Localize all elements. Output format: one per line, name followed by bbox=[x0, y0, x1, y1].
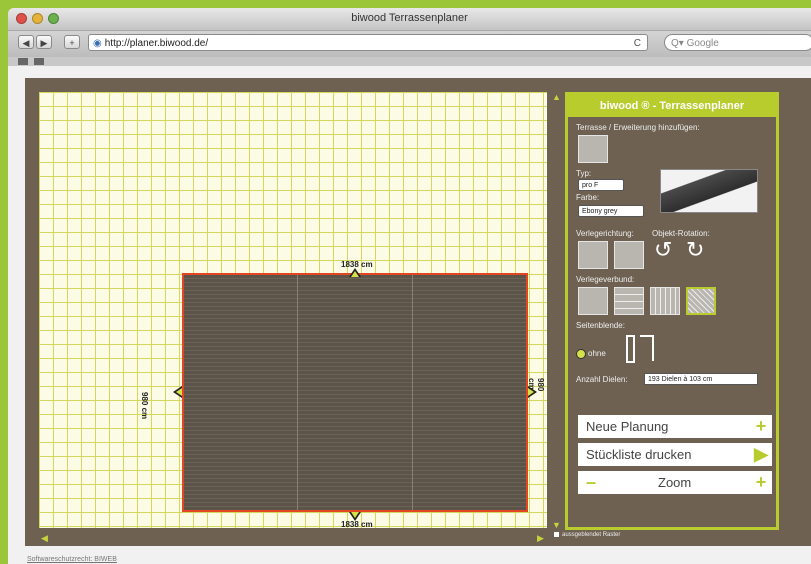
reload-icon[interactable]: C bbox=[634, 35, 641, 52]
forward-button[interactable]: ▶ bbox=[36, 35, 52, 49]
zoom-in-icon[interactable]: + bbox=[752, 473, 770, 491]
farbe-select[interactable]: Ebony grey bbox=[578, 205, 644, 217]
dimension-left: 980 cm bbox=[140, 392, 149, 420]
blende-corner-icon[interactable] bbox=[640, 335, 654, 361]
rotate-right-icon[interactable]: ↻ bbox=[686, 237, 704, 263]
checkbox-icon[interactable] bbox=[554, 532, 559, 537]
typ-label: Typ: bbox=[576, 169, 592, 178]
book-icon[interactable] bbox=[18, 58, 28, 65]
pattern-2-button[interactable] bbox=[614, 287, 644, 315]
browser-toolbar: ◀ ▶ + ◉ http://planer.biwood.de/ C Q▾ Goo… bbox=[8, 31, 811, 57]
resize-up-handle-fill bbox=[351, 271, 359, 277]
stueckliste-button[interactable]: Stückliste drucken ▶ bbox=[578, 443, 772, 466]
grid-icon[interactable] bbox=[34, 58, 44, 65]
anzahl-label: Anzahl Dielen: bbox=[576, 375, 628, 384]
zoom-control: – Zoom + bbox=[578, 471, 772, 494]
neue-planung-button[interactable]: Neue Planung + bbox=[578, 415, 772, 438]
neue-planung-label: Neue Planung bbox=[586, 419, 669, 434]
play-icon: ▶ bbox=[754, 444, 768, 464]
ohne-label: ohne bbox=[588, 349, 606, 358]
grid-toggle[interactable]: aussgeblendet Raster bbox=[554, 532, 620, 538]
zoom-out-icon[interactable]: – bbox=[582, 473, 600, 491]
back-button[interactable]: ◀ bbox=[18, 35, 34, 49]
stueckliste-label: Stückliste drucken bbox=[586, 447, 692, 462]
title-bar: biwood Terrassenplaner bbox=[8, 8, 811, 31]
rotate-left-icon[interactable]: ↺ bbox=[654, 237, 672, 263]
add-terrace-button[interactable] bbox=[578, 135, 608, 163]
board-seam bbox=[297, 275, 298, 510]
grid-toggle-label: aussgeblendet Raster bbox=[562, 532, 621, 539]
scroll-up-icon[interactable]: ▲ bbox=[552, 92, 561, 102]
url-text: http://planer.biwood.de/ bbox=[104, 38, 209, 49]
zoom-label: Zoom bbox=[658, 475, 692, 490]
terrace-area[interactable] bbox=[182, 273, 528, 512]
board-preview-image bbox=[660, 169, 758, 213]
browser-window: biwood Terrassenplaner ◀ ▶ + ◉ http://pla… bbox=[8, 8, 811, 564]
dimension-bottom: 1838 cm bbox=[341, 520, 373, 529]
address-bar[interactable]: ◉ http://planer.biwood.de/ C bbox=[88, 34, 648, 51]
ohne-radio[interactable] bbox=[576, 349, 586, 359]
plus-icon: + bbox=[755, 416, 767, 436]
planner-app: 1838 cm 1838 cm 980 cm 980 cm ◀ ▶ ▲ ▼ bi… bbox=[25, 78, 811, 546]
seitenblende-label: Seitenblende: bbox=[576, 321, 625, 330]
add-bookmark-button[interactable]: + bbox=[64, 35, 80, 49]
verlegeverbund-label: Verlegeverbund: bbox=[576, 275, 635, 284]
direction-horizontal-button[interactable] bbox=[578, 241, 608, 269]
farbe-label: Farbe: bbox=[576, 193, 600, 202]
scroll-right-icon[interactable]: ▶ bbox=[537, 533, 544, 544]
pattern-4-button[interactable] bbox=[686, 287, 716, 315]
pattern-3-button[interactable] bbox=[650, 287, 680, 315]
planning-grid[interactable]: 1838 cm 1838 cm 980 cm 980 cm bbox=[39, 92, 547, 529]
footer-link[interactable]: Softwareschutzrecht: BIWEB bbox=[27, 556, 117, 563]
add-terrace-label: Terrasse / Erweiterung hinzufügen: bbox=[576, 123, 700, 132]
globe-icon: ◉ bbox=[93, 38, 102, 49]
resize-down-handle-fill bbox=[351, 512, 359, 518]
search-input[interactable]: Q▾ Google bbox=[664, 34, 811, 51]
direction-vertical-button[interactable] bbox=[614, 241, 644, 269]
verlegerichtung-label: Verlegerichtung: bbox=[576, 229, 634, 238]
planner-panel: biwood ® - Terrassenplaner Terrasse / Er… bbox=[565, 92, 779, 530]
scroll-left-icon[interactable]: ◀ bbox=[41, 533, 48, 544]
blende-straight-icon[interactable] bbox=[626, 335, 635, 363]
resize-left-handle-fill bbox=[176, 388, 182, 396]
page-content: 1838 cm 1838 cm 980 cm 980 cm ◀ ▶ ▲ ▼ bi… bbox=[8, 66, 811, 564]
anzahl-field: 193 Dielen à 103 cm bbox=[644, 373, 758, 385]
panel-title: biwood ® - Terrassenplaner bbox=[568, 95, 776, 117]
window-title: biwood Terrassenplaner bbox=[351, 12, 468, 24]
scroll-down-icon[interactable]: ▼ bbox=[552, 520, 561, 530]
dimension-right: 980 cm bbox=[527, 378, 545, 392]
pattern-1-button[interactable] bbox=[578, 287, 608, 315]
board-seam bbox=[412, 275, 413, 510]
typ-select[interactable]: pro F bbox=[578, 179, 624, 191]
